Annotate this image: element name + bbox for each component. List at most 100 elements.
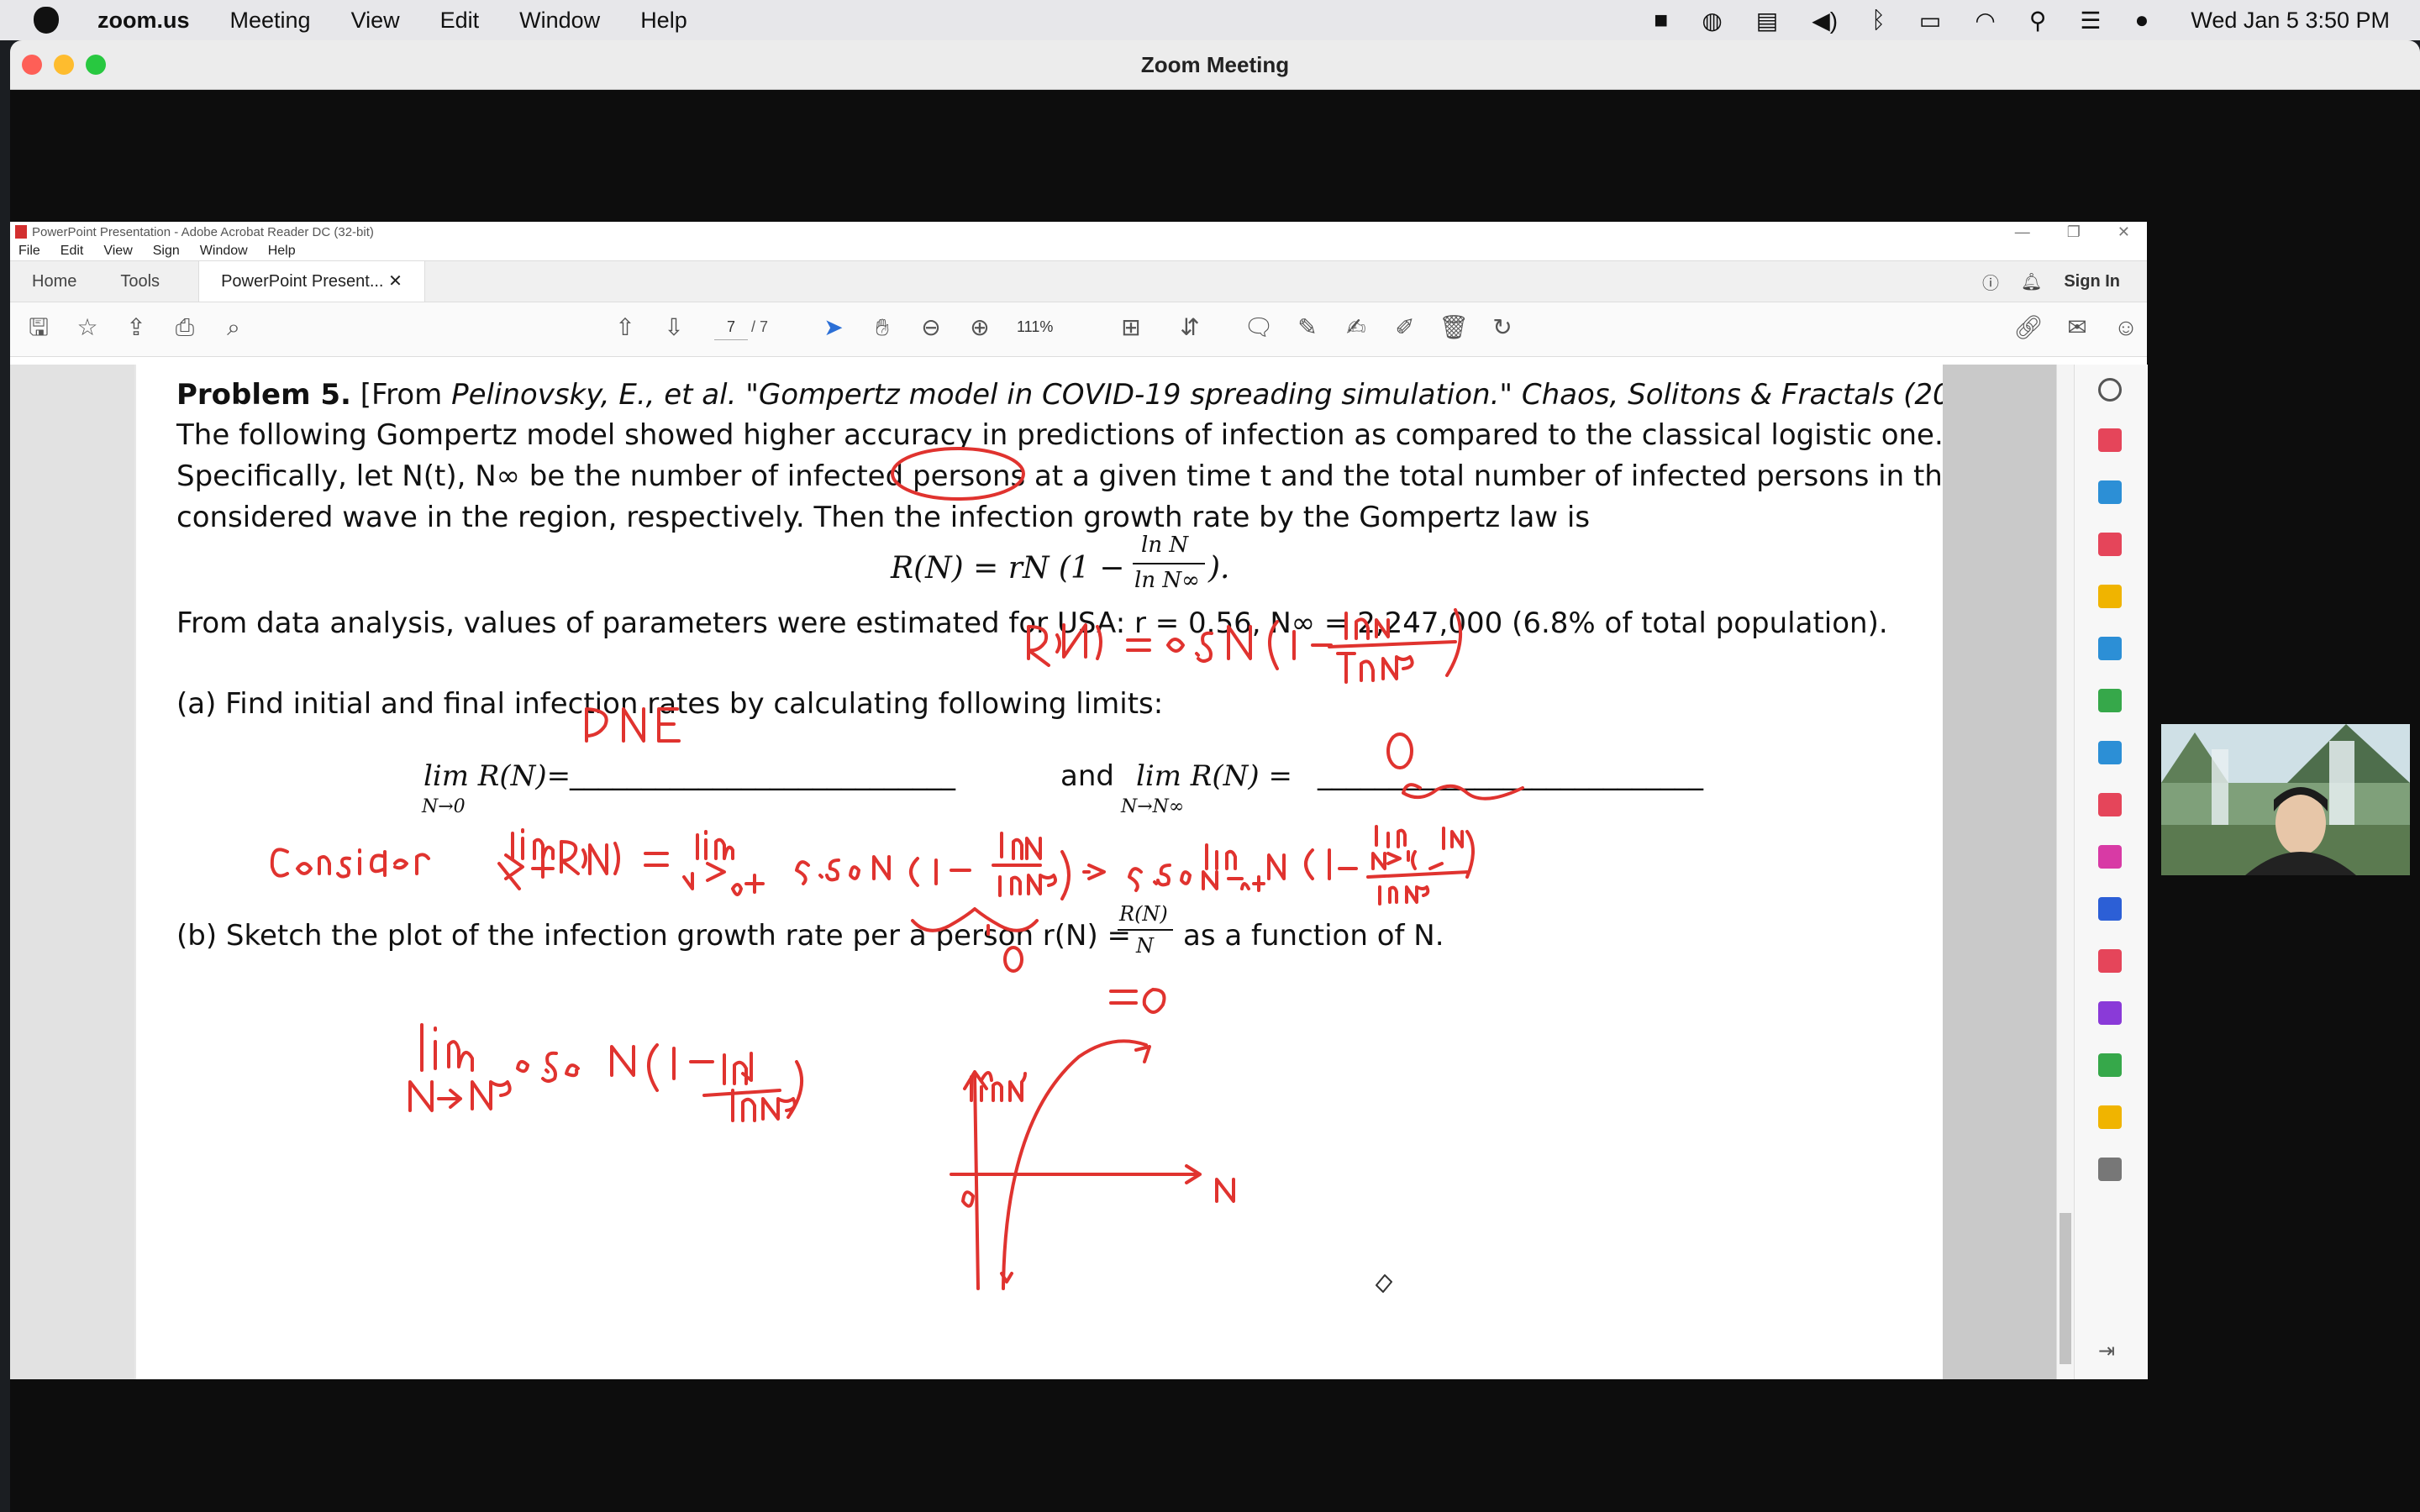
right-gutter — [1943, 365, 2056, 1379]
limit-right: lim R(N) = — [1136, 759, 1292, 793]
part-b-denominator: N — [1136, 934, 1154, 958]
spotlight-search-icon[interactable]: ⚲ — [2029, 7, 2047, 34]
email-icon[interactable]: ✉ — [2062, 312, 2092, 343]
comment-icon[interactable]: 🗨︎ — [1244, 312, 1274, 343]
page-down-icon[interactable]: ⇩ — [659, 312, 689, 343]
input-source-icon[interactable]: ▤ — [1756, 7, 1778, 34]
find-icon[interactable]: ⌕ — [218, 312, 249, 343]
battery-icon[interactable]: ▭ — [1919, 7, 1941, 34]
vertical-scrollbar[interactable] — [2056, 365, 2074, 1379]
apple-menu-icon[interactable] — [34, 7, 59, 34]
siri-icon[interactable]: ● — [2134, 7, 2149, 34]
globe-icon[interactable]: ◍ — [1702, 7, 1722, 34]
page-total: / 7 — [751, 318, 769, 335]
share-link-icon[interactable]: 🔗︎ — [2013, 312, 2044, 343]
send-for-comments-icon[interactable] — [2098, 1105, 2122, 1129]
scan-ocr-icon[interactable] — [2098, 741, 2122, 764]
limit-and: and — [1060, 759, 1114, 793]
help-icon[interactable]: ⓘ — [1982, 270, 1999, 294]
acrobat-menu-sign[interactable]: Sign — [153, 244, 180, 259]
acrobat-menu-file[interactable]: File — [18, 244, 40, 259]
close-window-button[interactable] — [22, 55, 42, 75]
bookmark-star-icon[interactable]: ☆ — [72, 312, 103, 343]
fill-and-sign-icon[interactable] — [2098, 845, 2122, 869]
rotate-icon[interactable]: ↻ — [1487, 312, 1518, 343]
comment-tool-icon[interactable] — [2098, 585, 2122, 608]
control-center-icon[interactable]: ☰ — [2080, 7, 2101, 34]
organize-pages-icon[interactable] — [2098, 428, 2122, 452]
acrobat-menu-window[interactable]: Window — [200, 244, 248, 259]
save-icon[interactable]: 🖫︎ — [24, 312, 54, 343]
menu-meeting[interactable]: Meeting — [230, 8, 311, 34]
zoom-tool-icon[interactable] — [2098, 378, 2122, 402]
close-icon[interactable]: ✕ — [2118, 223, 2130, 241]
more-tools-icon[interactable] — [2098, 1158, 2122, 1181]
page-number-input[interactable]: 7 — [714, 314, 748, 340]
tab-close-icon[interactable]: ✕ — [388, 272, 402, 291]
request-signature-icon[interactable] — [2098, 1001, 2122, 1025]
export-pdf-icon[interactable] — [2098, 480, 2122, 504]
acrobat-menu-edit[interactable]: Edit — [60, 244, 84, 259]
sign-in-button[interactable]: Sign In — [2064, 272, 2120, 291]
notification-bell-icon[interactable]: 🔔︎ — [2021, 271, 2042, 292]
scroll-mode-icon[interactable]: ⇵ — [1175, 312, 1205, 343]
select-pointer-icon[interactable]: ➤ — [818, 312, 849, 343]
zoom-level-select[interactable]: 111% — [1017, 314, 1084, 339]
left-gutter — [10, 365, 134, 1379]
print-production-icon[interactable] — [2098, 1053, 2122, 1077]
menu-app-name[interactable]: zoom.us — [97, 8, 190, 34]
scrollbar-thumb[interactable] — [2060, 1213, 2071, 1364]
prepare-form-icon[interactable] — [2098, 949, 2122, 973]
restore-icon[interactable]: ❐ — [2067, 223, 2081, 241]
combine-files-icon[interactable] — [2098, 637, 2122, 660]
pdf-page: Problem 5. [From Pelinovsky, E., et al. … — [136, 365, 2009, 1379]
part-b-text: (b) Sketch the plot of the infection gro… — [176, 919, 1132, 953]
menu-help[interactable]: Help — [640, 8, 687, 34]
menu-window[interactable]: Window — [519, 8, 600, 34]
citation-open: [From — [350, 378, 452, 412]
draw-icon[interactable]: ✍︎ — [1341, 312, 1371, 343]
fill-sign-icon[interactable]: ✐ — [1390, 312, 1420, 343]
bluetooth-icon[interactable]: ᛒ — [1871, 7, 1886, 34]
page-up-icon[interactable]: ⇧ — [610, 312, 640, 343]
paragraph-line-3: considered wave in the region, respectiv… — [176, 501, 1591, 534]
account-icon[interactable]: ☺ — [2111, 312, 2141, 343]
formula-numerator: ln N — [1141, 533, 1189, 558]
menubar-clock[interactable]: Wed Jan 5 3:50 PM — [2191, 8, 2390, 34]
minimize-icon[interactable]: — — [2015, 223, 2030, 241]
document-area: Problem 5. [From Pelinovsky, E., et al. … — [10, 365, 2148, 1379]
wifi-icon[interactable]: ◠ — [1975, 7, 1995, 34]
acrobat-window-title: PowerPoint Presentation - Adobe Acrobat … — [32, 224, 374, 239]
edit-pdf-icon[interactable] — [2098, 689, 2122, 712]
tab-home[interactable]: Home — [10, 261, 98, 302]
minimize-window-button[interactable] — [54, 55, 74, 75]
protect-icon[interactable] — [2098, 897, 2122, 921]
acrobat-menu-help[interactable]: Help — [268, 244, 296, 259]
delete-icon[interactable]: 🗑︎ — [1439, 312, 1469, 343]
upload-icon[interactable]: ⇪ — [121, 312, 151, 343]
menu-view[interactable]: View — [351, 8, 400, 34]
highlight-pen-icon[interactable]: ✎ — [1292, 312, 1323, 343]
zoom-in-icon[interactable]: ⊕ — [965, 312, 995, 343]
part-b-text-end: as a function of N. — [1183, 919, 1444, 953]
collapse-panel-icon[interactable]: ⇥ — [2098, 1339, 2122, 1362]
acrobat-menu-view[interactable]: View — [103, 244, 132, 259]
zoom-out-icon[interactable]: ⊖ — [916, 312, 946, 343]
print-icon[interactable]: ⎙ — [170, 312, 200, 343]
menu-edit[interactable]: Edit — [440, 8, 480, 34]
fit-page-icon[interactable]: ⊞ — [1116, 312, 1146, 343]
tab-tools[interactable]: Tools — [98, 261, 182, 302]
create-pdf-icon[interactable] — [2098, 533, 2122, 556]
paragraph-line-1: The following Gompertz model showed high… — [176, 418, 1944, 452]
participant-video-thumbnail[interactable] — [2161, 724, 2410, 875]
fullscreen-window-button[interactable] — [86, 55, 106, 75]
formula-lhs: R(N) = rN (1 − — [891, 551, 1125, 585]
zoom-status-icon[interactable]: ■ — [1654, 7, 1668, 34]
tab-document[interactable]: PowerPoint Present... ✕ — [198, 261, 425, 302]
formula-denominator: ln N∞ — [1134, 568, 1200, 593]
hand-tool-icon[interactable]: ✋︎ — [867, 312, 897, 343]
compress-pdf-icon[interactable] — [2098, 793, 2122, 816]
limit-left: lim R(N)= — [424, 759, 571, 793]
volume-icon[interactable]: ◀) — [1812, 7, 1838, 34]
limit-right-subscript: N→N∞ — [1121, 796, 1185, 817]
